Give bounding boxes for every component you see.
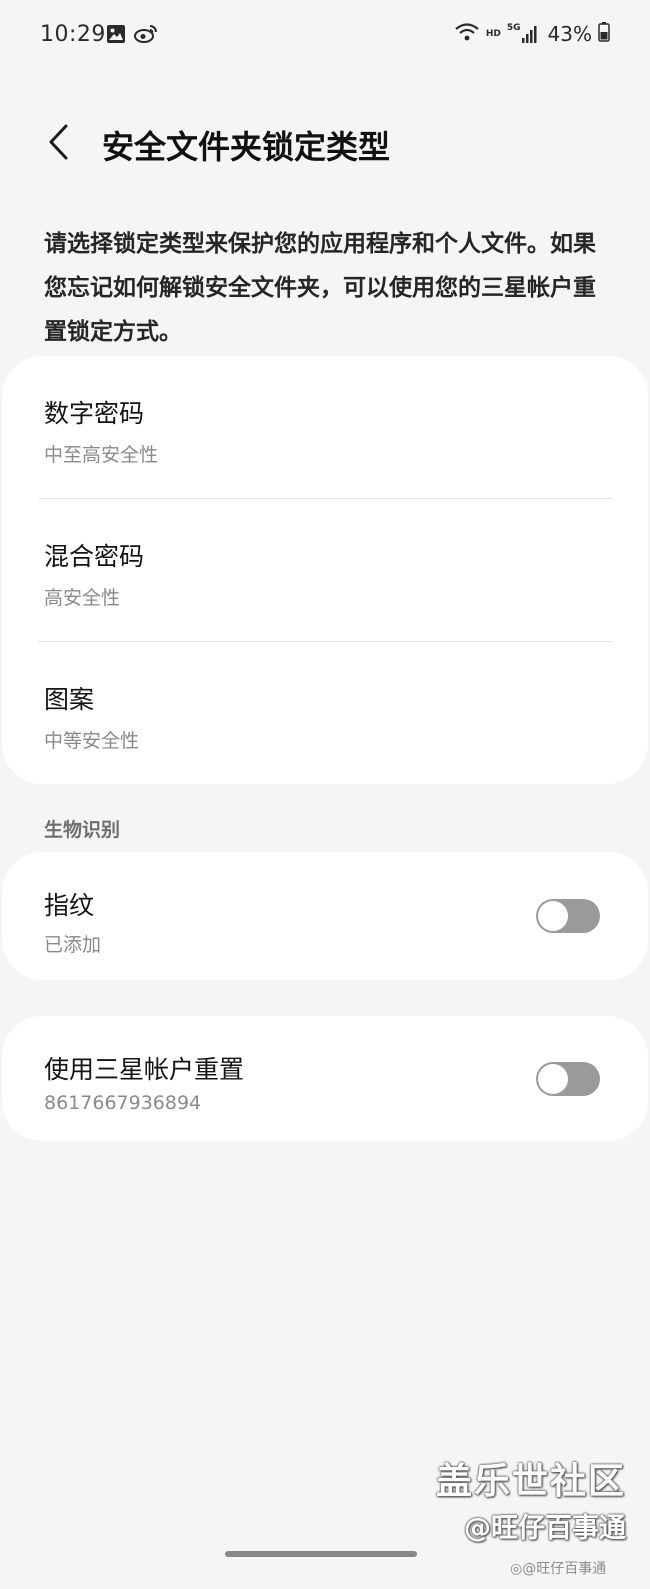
home-indicator[interactable]	[225, 1551, 417, 1557]
biometrics-section-label: 生物识别	[44, 819, 121, 841]
chevron-left-icon	[46, 123, 70, 165]
back-button[interactable]	[30, 116, 86, 172]
description-text: 请选择锁定类型来保护您的应用程序和个人文件。如果您忘记如何解锁安全文件夹，可以使…	[44, 231, 596, 345]
page-title: 安全文件夹锁定类型	[102, 128, 391, 166]
samsung-reset-title: 使用三星帐户重置	[44, 1055, 245, 1084]
gallery-icon	[106, 24, 126, 48]
page-header: 安全文件夹锁定类型	[0, 110, 650, 180]
samsung-reset-row[interactable]: 使用三星帐户重置 8617667936894	[2, 1016, 648, 1141]
status-bar: 10:29 HD 5G 43%	[0, 0, 650, 72]
samsung-reset-toggle[interactable]	[536, 1062, 600, 1096]
fingerprint-title: 指纹	[44, 891, 95, 920]
fingerprint-card: 指纹 已添加	[2, 852, 648, 980]
lock-type-pattern[interactable]: 图案 中等安全性	[2, 642, 648, 784]
5g-signal-icon: 5G	[507, 24, 538, 44]
toggle-knob	[538, 1064, 568, 1094]
network-type-label: 5G	[506, 23, 521, 33]
lock-type-title: 混合密码	[44, 542, 145, 571]
battery-icon	[598, 22, 610, 46]
lock-type-password[interactable]: 混合密码 高安全性	[2, 499, 648, 642]
lock-type-security: 中至高安全性	[44, 444, 159, 466]
wifi-icon	[454, 22, 480, 46]
hd-icon: HD	[485, 28, 501, 39]
weibo-icon: ◎	[510, 1561, 523, 1577]
status-right-group: HD 5G 43%	[454, 22, 610, 46]
lock-type-list: 数字密码 中至高安全性 混合密码 高安全性 图案 中等安全性	[2, 356, 648, 784]
lock-type-pin[interactable]: 数字密码 中至高安全性	[2, 356, 648, 499]
watermark-author: @旺仔百事通	[464, 1513, 626, 1544]
lock-type-security: 中等安全性	[44, 730, 140, 752]
lock-type-title: 图案	[44, 685, 95, 714]
fingerprint-toggle[interactable]	[536, 899, 600, 933]
weibo-icon	[134, 24, 158, 48]
status-time: 10:29	[40, 22, 106, 47]
watermark-weibo-text: @旺仔百事通	[522, 1561, 607, 1577]
fingerprint-status: 已添加	[44, 934, 102, 956]
samsung-account-id: 8617667936894	[44, 1092, 202, 1114]
battery-percent: 43%	[547, 22, 592, 46]
watermark-community: 盖乐世社区	[435, 1461, 626, 1502]
lock-type-title: 数字密码	[44, 399, 145, 428]
lock-type-security: 高安全性	[44, 587, 121, 609]
samsung-reset-card: 使用三星帐户重置 8617667936894	[2, 1016, 648, 1141]
watermark-weibo: ◎@旺仔百事通	[510, 1558, 606, 1578]
toggle-knob	[538, 901, 568, 931]
fingerprint-row[interactable]: 指纹 已添加	[2, 852, 648, 980]
